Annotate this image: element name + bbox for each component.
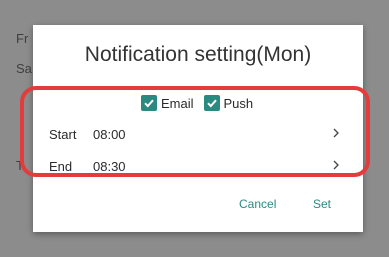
background-text-3: T	[16, 158, 24, 173]
push-checkbox-label: Push	[223, 95, 254, 111]
checkmark-icon	[203, 95, 220, 111]
chevron-right-icon	[331, 159, 341, 174]
checkmark-icon	[141, 95, 157, 111]
notification-setting-dialog: Notification setting(Mon) Email Push Sta…	[20, 25, 370, 232]
set-button[interactable]: Set	[313, 197, 331, 211]
email-checkbox-label: Email	[161, 95, 194, 111]
background-text-2: Sa	[16, 61, 32, 76]
start-time-row[interactable]: Start 08:00	[49, 123, 341, 145]
push-checkbox[interactable]: Push	[203, 95, 254, 111]
end-time-row[interactable]: End 08:30	[49, 155, 341, 177]
background-text-1: Fr	[16, 31, 29, 46]
dialog-title: Notification setting(Mon)	[84, 43, 312, 66]
chevron-right-icon	[331, 127, 341, 142]
cancel-button[interactable]: Cancel	[239, 197, 276, 211]
end-time-value: 08:30	[93, 158, 126, 174]
notification-type-options: Email Push	[141, 92, 263, 114]
email-checkbox[interactable]: Email	[141, 95, 194, 111]
end-time-label: End	[49, 158, 73, 174]
start-time-label: Start	[49, 126, 77, 142]
start-time-value: 08:00	[93, 126, 126, 142]
